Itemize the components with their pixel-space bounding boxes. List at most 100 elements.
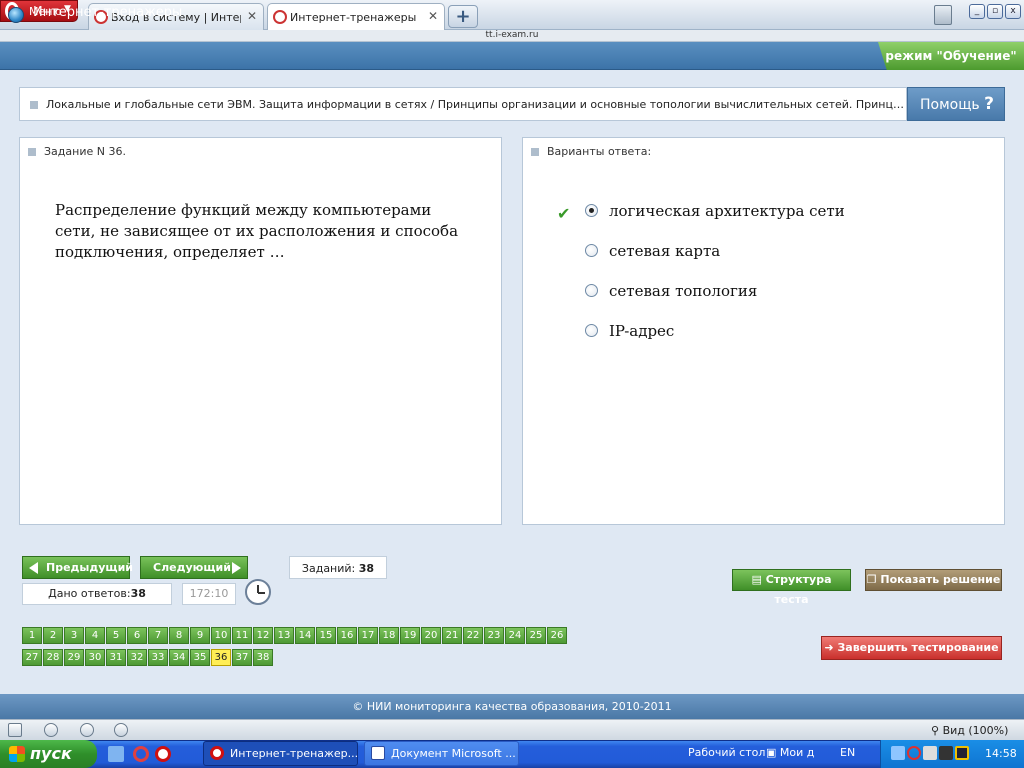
task-number-button[interactable]: 17	[358, 627, 378, 644]
task-number-button[interactable]: 3	[64, 627, 84, 644]
finish-label: Завершить тестирование	[837, 641, 999, 654]
task-number-button[interactable]: 23	[484, 627, 504, 644]
task-number-button[interactable]: 21	[442, 627, 462, 644]
answered-label: Дано ответов:	[48, 587, 131, 600]
answered-count: 38	[130, 587, 146, 600]
task-number-button[interactable]: 7	[148, 627, 168, 644]
timer: 172:10	[182, 583, 236, 605]
topic-text: Локальные и глобальные сети ЭВМ. Защита …	[46, 98, 905, 111]
task-number-button[interactable]: 30	[85, 649, 105, 666]
task-number-button[interactable]: 18	[379, 627, 399, 644]
minimize-button[interactable]: _	[969, 4, 985, 19]
close-window-button[interactable]: x	[1005, 4, 1021, 19]
task-number-button[interactable]: 22	[463, 627, 483, 644]
task-number-button[interactable]: 26	[547, 627, 567, 644]
panel-toggle-icon[interactable]	[8, 723, 22, 737]
task-number-button[interactable]: 32	[127, 649, 147, 666]
prev-button[interactable]: Предыдущий	[22, 556, 133, 579]
task-number-button[interactable]: 35	[190, 649, 210, 666]
agent-icon[interactable]	[955, 746, 969, 760]
task-number-button[interactable]: 1	[22, 627, 42, 644]
task-number-button[interactable]: 20	[421, 627, 441, 644]
task-number-button[interactable]: 34	[169, 649, 189, 666]
task-number-button[interactable]: 15	[316, 627, 336, 644]
task-number-button[interactable]: 38	[253, 649, 273, 666]
task-number-button[interactable]: 25	[526, 627, 546, 644]
app-title: Интернет-тренажеры	[33, 5, 183, 20]
opera-tray-icon[interactable]	[907, 746, 921, 760]
zoom-level[interactable]: ⚲ Вид (100%)	[931, 724, 1008, 737]
system-clock[interactable]: 14:58	[985, 747, 1017, 760]
task-number-button[interactable]: 36	[211, 649, 231, 666]
close-icon[interactable]: ✕	[247, 9, 257, 23]
tab-internet-trainers[interactable]: Интернет-тренажеры ✕	[267, 3, 445, 31]
app-header	[0, 42, 1024, 70]
finish-test-button[interactable]: ➜ Завершить тестирование	[821, 636, 1002, 660]
task-number-grid: 1 2 3 4 5 6 7 8 9 10 11 12 13 14 15 16 17 18 19 20 21 22 23 24 2…	[22, 627, 582, 667]
task-number-button[interactable]: 6	[127, 627, 147, 644]
arrow-right-icon	[232, 562, 241, 574]
network-icon[interactable]	[891, 746, 905, 760]
radio-button[interactable]	[585, 204, 598, 217]
next-button[interactable]: Следующий	[140, 556, 248, 579]
antivirus-icon[interactable]	[939, 746, 953, 760]
browser-status-bar: ⚲ Вид (100%)	[0, 719, 1024, 740]
radio-button[interactable]	[585, 284, 598, 297]
task-number-button[interactable]: 37	[232, 649, 252, 666]
trash-icon[interactable]	[934, 5, 952, 25]
tasks-count-box: Заданий: 38	[289, 556, 387, 579]
test-structure-button[interactable]: ▤ Структура теста	[732, 569, 851, 606]
answers-panel: Варианты ответа: ✔ логическая архитектур…	[522, 137, 1005, 525]
close-icon[interactable]: ✕	[428, 9, 438, 23]
task-number-button[interactable]: 10	[211, 627, 231, 644]
task-number-button[interactable]: 14	[295, 627, 315, 644]
taskbar-window-word[interactable]: Документ Microsoft ...	[364, 741, 519, 766]
task-number-button[interactable]: 19	[400, 627, 420, 644]
task-number-button[interactable]: 27	[22, 649, 42, 666]
quicklaunch-browser-icon[interactable]	[133, 746, 149, 762]
opera-icon	[210, 746, 224, 760]
quicklaunch-opera-icon[interactable]	[155, 746, 171, 762]
quicklaunch-pen-icon[interactable]	[108, 746, 124, 762]
restore-button[interactable]: ▫	[987, 4, 1003, 19]
radio-button[interactable]	[585, 324, 598, 337]
task-number-button[interactable]: 12	[253, 627, 273, 644]
task-number-button[interactable]: 31	[106, 649, 126, 666]
my-documents-toolbar[interactable]: ▣ Мои д	[766, 746, 814, 759]
volume-icon[interactable]	[923, 746, 937, 760]
answered-count-box: Дано ответов:38	[22, 583, 172, 605]
task-number-button[interactable]: 33	[148, 649, 168, 666]
clock-icon	[245, 579, 271, 605]
task-number-button[interactable]: 8	[169, 627, 189, 644]
task-number-button[interactable]: 13	[274, 627, 294, 644]
task-number-button[interactable]: 16	[337, 627, 357, 644]
arrow-left-icon	[29, 562, 38, 574]
turbo-icon[interactable]	[114, 723, 128, 737]
task-number-button[interactable]: 2	[43, 627, 63, 644]
task-number-button[interactable]: 24	[505, 627, 525, 644]
copyright-footer: © НИИ мониторинга качества образования, …	[0, 694, 1024, 719]
running-man-icon: ➜	[824, 641, 834, 654]
language-indicator[interactable]: EN	[840, 746, 855, 759]
taskbar-window-opera[interactable]: Интернет-тренажер...	[203, 741, 358, 766]
tab-label: Интернет-тренажеры	[290, 11, 417, 24]
unite-icon[interactable]	[80, 723, 94, 737]
show-solution-button[interactable]: ❐ Показать решение	[865, 569, 1002, 591]
task-number-button[interactable]: 5	[106, 627, 126, 644]
help-button[interactable]: Помощь ?	[907, 87, 1005, 121]
tasks-label: Заданий:	[301, 562, 356, 575]
desktop-toolbar[interactable]: Рабочий стол	[688, 746, 765, 759]
task-number-button[interactable]: 29	[64, 649, 84, 666]
task-number-button[interactable]: 9	[190, 627, 210, 644]
radio-button[interactable]	[585, 244, 598, 257]
globe-icon	[8, 7, 24, 23]
task-number-button[interactable]: 28	[43, 649, 63, 666]
address-bar[interactable]: tt.i-exam.ru	[0, 30, 1024, 42]
sync-icon[interactable]	[44, 723, 58, 737]
new-tab-button[interactable]: +	[448, 5, 478, 28]
task-number-button[interactable]: 11	[232, 627, 252, 644]
favicon-icon	[273, 10, 287, 24]
word-icon	[371, 746, 385, 760]
mode-badge: режим "Обучение"	[878, 42, 1024, 70]
task-number-button[interactable]: 4	[85, 627, 105, 644]
